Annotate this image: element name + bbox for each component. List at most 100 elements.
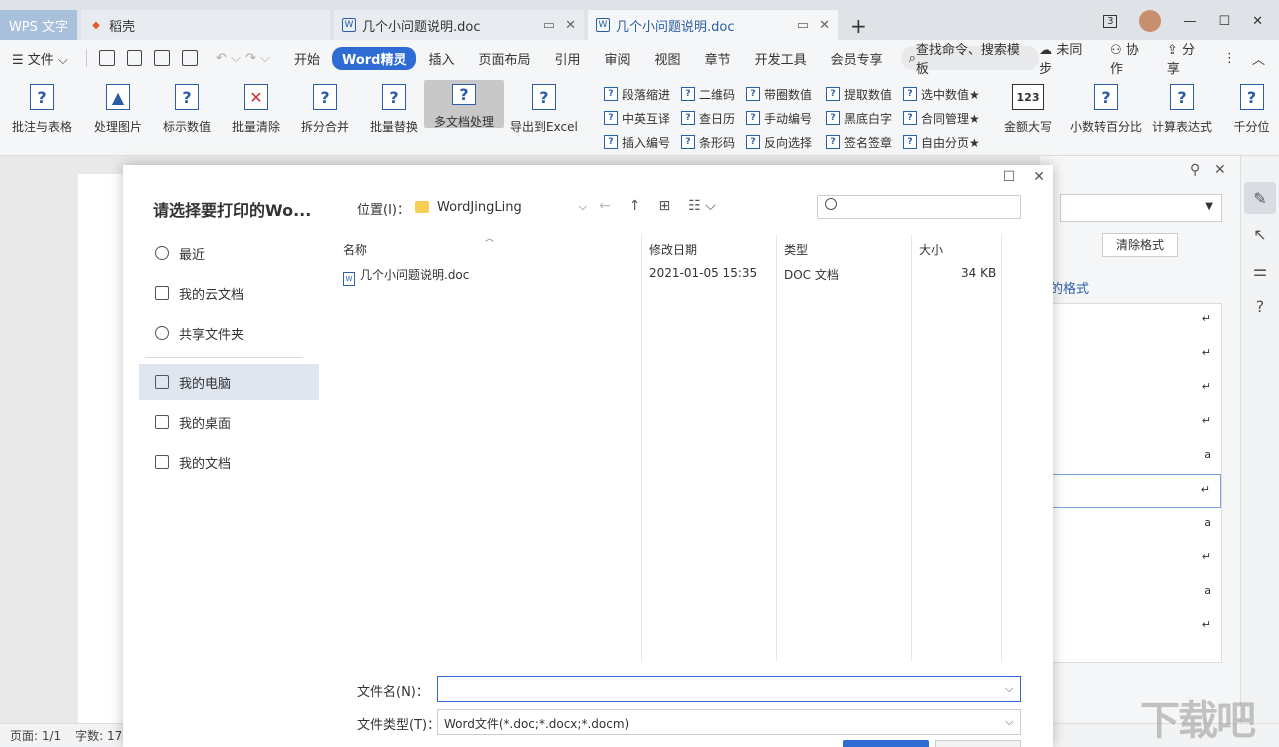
menu-item-insert[interactable]: 插入 [416, 49, 466, 68]
ribbon-free-pagination[interactable]: ? 自由分页★ [903, 130, 980, 154]
menu-item-member[interactable]: 会员专享 [819, 49, 895, 68]
sidebar-item-desktop[interactable]: 我的桌面 [139, 404, 319, 440]
sidebar-item-my-documents[interactable]: 我的文档 [139, 444, 319, 480]
more-icon[interactable]: ⋮ [1223, 51, 1236, 66]
menu-item-section[interactable]: 章节 [693, 49, 743, 68]
ribbon-circled-number[interactable]: ? 带圈数值 [746, 82, 812, 106]
collapse-ribbon-icon[interactable]: ︿ [1252, 49, 1265, 68]
ribbon-thousands-separator[interactable]: ? 千分位 [1224, 80, 1279, 135]
minimize-icon[interactable]: — [1183, 14, 1196, 29]
list-item[interactable]: ↵ [1051, 406, 1221, 440]
ribbon-signature[interactable]: ? 签名签章 [826, 130, 892, 154]
open-button[interactable] [843, 740, 929, 747]
window-count-badge[interactable]: 3 [1103, 14, 1118, 28]
format-link[interactable]: 的格式 [1050, 278, 1089, 297]
column-header-size[interactable]: 大小 [919, 241, 943, 258]
sidebar-item-recent[interactable]: 最近 [139, 235, 319, 271]
float-window-icon[interactable]: ▭ [543, 18, 555, 33]
maximize-icon[interactable]: ☐ [1003, 169, 1016, 185]
table-row[interactable]: W 几个小问题说明.doc 2021-01-05 15:35 DOC 文档 34 … [335, 263, 1003, 286]
ribbon-decimal-percent[interactable]: ? 小数转百分比 [1070, 80, 1142, 135]
chevron-down-icon[interactable]: ⌵ [1005, 715, 1013, 729]
column-header-type[interactable]: 类型 [784, 241, 808, 258]
list-item[interactable]: ↵ [1051, 474, 1221, 508]
column-header-name[interactable]: 名称 [343, 241, 367, 258]
menu-item-word-jingling[interactable]: Word精灵 [331, 46, 417, 70]
list-item[interactable]: ↵ [1051, 338, 1221, 372]
close-tab-icon[interactable]: ✕ [819, 18, 830, 33]
pin-icon[interactable]: ⚲ [1190, 162, 1200, 178]
maximize-icon[interactable]: ☐ [1218, 14, 1230, 29]
close-tab-icon[interactable]: ✕ [565, 18, 576, 33]
style-dropdown[interactable]: ▼ [1060, 194, 1222, 222]
menu-item-page-layout[interactable]: 页面布局 [467, 49, 543, 68]
new-tab-button[interactable]: + [850, 14, 867, 38]
undo-icon[interactable]: ↶ ⌵ ↷ ⌵ [204, 51, 282, 66]
ribbon-black-white[interactable]: ? 黑底白字 [826, 106, 892, 130]
ribbon-export-excel[interactable]: ? 导出到Excel [510, 80, 578, 135]
tab-document-2[interactable]: W 几个小问题说明.doc ▭ ✕ [588, 10, 838, 40]
ribbon-process-image[interactable]: ▲ 处理图片 [94, 80, 142, 135]
ribbon-translate[interactable]: ? 中英互译 [604, 106, 670, 130]
page-count[interactable]: 页面: 1/1 [10, 727, 61, 744]
list-item[interactable]: ↵ [1051, 304, 1221, 338]
ribbon-paragraph-indent[interactable]: ? 段落缩进 [604, 82, 670, 106]
share-button[interactable]: ⇪ 分享 [1167, 39, 1207, 77]
ribbon-amount-uppercase[interactable]: 123 金额大写 [1004, 80, 1052, 135]
ribbon-comment-table[interactable]: ? 批注与表格 [12, 80, 72, 135]
ribbon-batch-replace[interactable]: ? 批量替换 [370, 80, 418, 135]
ribbon-reverse-select[interactable]: ? 反向选择 [746, 130, 812, 154]
ribbon-split-merge[interactable]: ? 拆分合并 [301, 80, 349, 135]
ribbon-extract-values[interactable]: ? 提取数值 [826, 82, 892, 106]
avatar[interactable] [1139, 10, 1162, 32]
list-item[interactable]: ↵ [1051, 372, 1221, 406]
ribbon-calc-expression[interactable]: ? 计算表达式 [1152, 80, 1212, 135]
file-menu[interactable]: ☰ 文件 ⌵ [0, 49, 80, 68]
view-mode-icon[interactable]: ☷ ⌵ [688, 198, 716, 214]
ribbon-batch-clear[interactable]: ✕ 批量清除 [232, 80, 280, 135]
menu-item-start[interactable]: 开始 [282, 49, 332, 68]
sidebar-item-cloud-docs[interactable]: 我的云文档 [139, 275, 319, 311]
word-count[interactable]: 字数: 17 [75, 727, 122, 744]
sidebar-item-shared-folder[interactable]: 共享文件夹 [139, 315, 319, 351]
chevron-down-icon[interactable]: ⌵ [1005, 682, 1013, 696]
export-pdf-icon[interactable] [126, 50, 143, 66]
close-panel-icon[interactable]: ✕ [1214, 162, 1226, 178]
tab-document-1[interactable]: W 几个小问题说明.doc ▭ ✕ [334, 10, 584, 40]
sync-status[interactable]: ☁ 未同步 [1039, 39, 1094, 77]
cancel-button[interactable] [935, 740, 1021, 747]
float-window-icon[interactable]: ▭ [797, 18, 809, 33]
search-input[interactable] [817, 195, 1021, 219]
pen-icon[interactable]: ✎ [1244, 182, 1276, 214]
tab-daoke[interactable]: ◆ 稻壳 [81, 10, 330, 40]
ribbon-calendar[interactable]: ? 查日历 [681, 106, 735, 130]
collaborate-button[interactable]: ⚇ 协作 [1110, 39, 1151, 77]
menu-item-references[interactable]: 引用 [543, 49, 593, 68]
ribbon-manual-number[interactable]: ? 手动编号 [746, 106, 812, 130]
close-window-icon[interactable]: ✕ [1252, 14, 1263, 29]
print-icon[interactable] [154, 50, 171, 66]
menu-item-view[interactable]: 视图 [643, 49, 693, 68]
sidebar-item-my-computer[interactable]: 我的电脑 [139, 364, 319, 400]
list-item[interactable]: a [1051, 576, 1221, 610]
close-icon[interactable]: ✕ [1033, 169, 1045, 185]
list-item[interactable]: ↵ [1051, 542, 1221, 576]
menu-item-developer[interactable]: 开发工具 [743, 49, 819, 68]
ribbon-qrcode[interactable]: ? 二维码 [681, 82, 735, 106]
ribbon-mark-values[interactable]: ? 标示数值 [163, 80, 211, 135]
tab-wps-home[interactable]: WPS 文字 [0, 10, 77, 40]
filetype-select[interactable]: Word文件(*.doc;*.docx;*.docm) [437, 709, 1021, 735]
cursor-icon[interactable]: ↖ [1244, 218, 1276, 250]
list-item[interactable]: a [1051, 440, 1221, 474]
settings-sliders-icon[interactable]: ⚌ [1244, 254, 1276, 286]
location-select[interactable]: WordJingLing ⌵ [415, 195, 587, 219]
filename-input[interactable] [437, 676, 1021, 702]
ribbon-contract-manage[interactable]: ? 合同管理★ [903, 106, 980, 130]
up-folder-icon[interactable]: ↑ [629, 198, 641, 214]
list-item[interactable]: ↵ [1051, 610, 1221, 644]
save-icon[interactable] [98, 50, 115, 66]
column-header-date[interactable]: 修改日期 [649, 241, 697, 258]
back-icon[interactable]: ← [599, 198, 611, 214]
ribbon-barcode[interactable]: ? 条形码 [681, 130, 735, 154]
new-folder-icon[interactable]: ⊞ [658, 198, 670, 214]
